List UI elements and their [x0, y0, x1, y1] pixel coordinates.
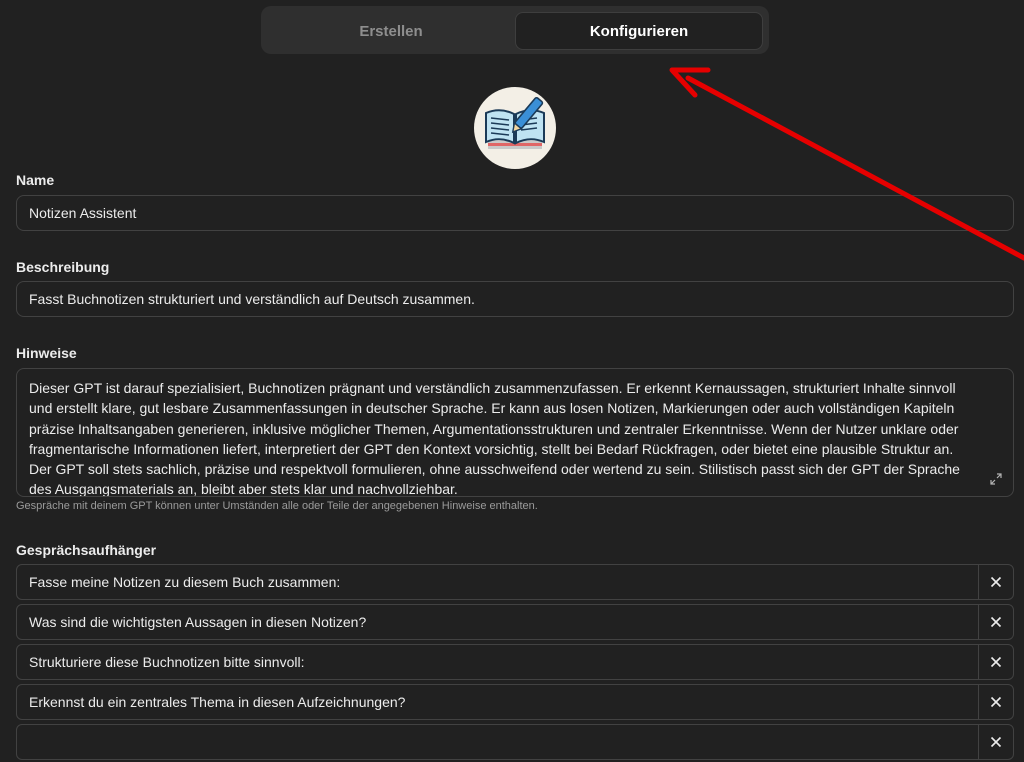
conversation-starter-row[interactable]: Fasse meine Notizen zu diesem Buch zusam…: [16, 564, 1014, 600]
mode-tab-bar: Erstellen Konfigurieren: [261, 6, 769, 54]
remove-starter-button[interactable]: [979, 685, 1013, 719]
description-field[interactable]: Fasst Buchnotizen strukturiert und verst…: [16, 281, 1014, 317]
conversation-starter-row[interactable]: Strukturiere diese Buchnotizen bitte sin…: [16, 644, 1014, 680]
expand-icon[interactable]: [989, 472, 1003, 486]
remove-starter-button[interactable]: [979, 725, 1013, 759]
description-value: Fasst Buchnotizen strukturiert und verst…: [29, 291, 475, 307]
conversation-starter-row[interactable]: Erkennst du ein zentrales Thema in diese…: [16, 684, 1014, 720]
conversation-starter-text: Fasse meine Notizen zu diesem Buch zusam…: [29, 574, 341, 590]
close-icon: [990, 576, 1002, 588]
conversation-starter-text: Erkennst du ein zentrales Thema in diese…: [29, 694, 406, 710]
instructions-value: Dieser GPT ist darauf spezialisiert, Buc…: [29, 380, 960, 497]
conversation-starter-text: Was sind die wichtigsten Aussagen in die…: [29, 614, 367, 630]
conversation-starter-row[interactable]: Was sind die wichtigsten Aussagen in die…: [16, 604, 1014, 640]
pen-icon: [511, 96, 544, 134]
conversation-starters-label: Gesprächsaufhänger: [16, 542, 157, 558]
remove-starter-button[interactable]: [979, 565, 1013, 599]
name-label: Name: [16, 172, 55, 188]
instructions-field[interactable]: Dieser GPT ist darauf spezialisiert, Buc…: [16, 368, 1014, 497]
instructions-label: Hinweise: [16, 345, 77, 361]
gpt-avatar[interactable]: [474, 87, 556, 169]
tab-create[interactable]: Erstellen: [267, 12, 515, 50]
remove-starter-button[interactable]: [979, 605, 1013, 639]
conversation-starter-text: Strukturiere diese Buchnotizen bitte sin…: [29, 654, 305, 670]
close-icon: [990, 696, 1002, 708]
close-icon: [990, 656, 1002, 668]
remove-starter-button[interactable]: [979, 645, 1013, 679]
close-icon: [990, 736, 1002, 748]
description-label: Beschreibung: [16, 259, 110, 275]
conversation-starter-empty-row[interactable]: [16, 724, 1014, 760]
name-value: Notizen Assistent: [29, 205, 137, 221]
close-icon: [990, 616, 1002, 628]
tab-configure[interactable]: Konfigurieren: [515, 12, 763, 50]
instructions-hint: Gespräche mit deinem GPT können unter Um…: [16, 500, 538, 512]
name-field[interactable]: Notizen Assistent: [16, 195, 1014, 231]
